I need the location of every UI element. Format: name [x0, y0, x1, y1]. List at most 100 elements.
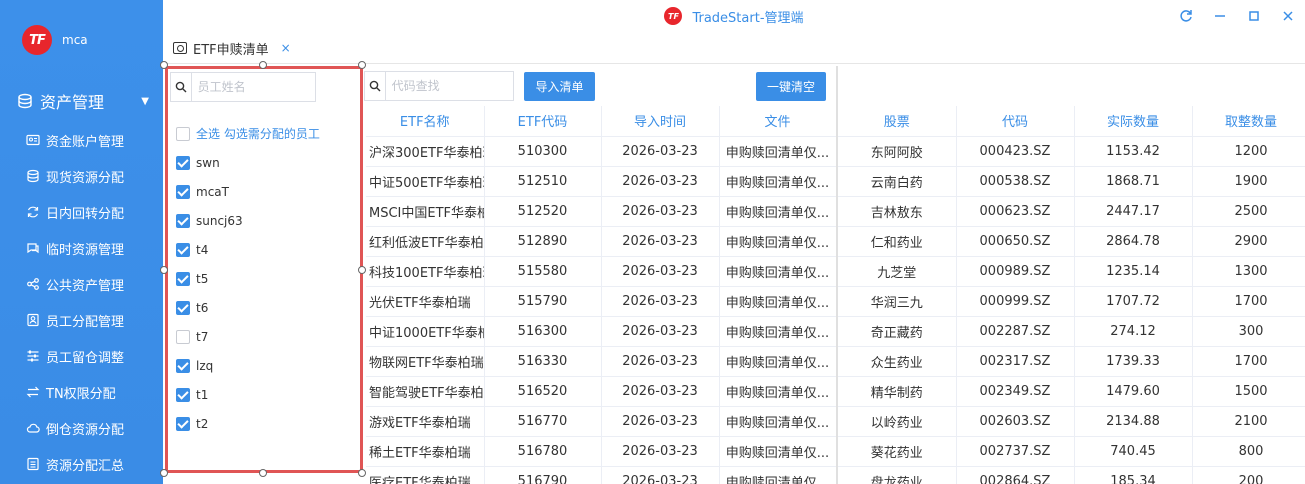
- table-row[interactable]: 沪深300ETF华泰柏瑞 510300 2026-03-23 申购赎回清单仅...: [366, 136, 837, 167]
- table-row[interactable]: 科技100ETF华泰柏瑞 515580 2026-03-23 申购赎回清单仅...: [366, 256, 837, 287]
- select-all-checkbox[interactable]: [176, 126, 190, 141]
- table-row[interactable]: 九芝堂 000989.SZ 1235.14 1300: [838, 256, 1305, 287]
- resize-handle[interactable]: [160, 61, 168, 69]
- column-header[interactable]: 实际数量: [1074, 106, 1193, 137]
- window-controls: [1169, 0, 1305, 32]
- sidebar-item[interactable]: 员工留仓调整: [0, 338, 163, 374]
- table-cell: 2026-03-23: [601, 316, 720, 347]
- table-row[interactable]: 物联网ETF华泰柏瑞 516330 2026-03-23 申购赎回清单仅...: [366, 346, 837, 377]
- employee-row[interactable]: t2: [176, 409, 320, 438]
- table-row[interactable]: 仁和药业 000650.SZ 2864.78 2900: [838, 226, 1305, 257]
- table-row[interactable]: 东阿阿胶 000423.SZ 1153.42 1200: [838, 136, 1305, 167]
- sidebar-item[interactable]: 公共资产管理: [0, 266, 163, 302]
- employee-name: t1: [196, 387, 209, 402]
- table-cell: 000423.SZ: [956, 136, 1075, 167]
- employee-checkbox[interactable]: [176, 242, 190, 257]
- table-cell: 游戏ETF华泰柏瑞: [366, 406, 485, 437]
- code-search-input[interactable]: [385, 73, 513, 99]
- minimize-icon[interactable]: [1203, 0, 1237, 32]
- sidebar-item[interactable]: 员工分配管理: [0, 302, 163, 338]
- table-row[interactable]: 葵花药业 002737.SZ 740.45 800: [838, 436, 1305, 467]
- window-title: TradeStart-管理端: [692, 10, 804, 26]
- employee-checkbox[interactable]: [176, 387, 190, 402]
- select-all-row[interactable]: 全选 勾选需分配的员工: [176, 119, 320, 148]
- resize-handle[interactable]: [160, 469, 168, 477]
- employee-checkbox[interactable]: [176, 300, 190, 315]
- menu-group-label: 资产管理: [40, 93, 105, 112]
- table-cell: 盘龙药业: [838, 466, 957, 484]
- table-cell: 2134.88: [1074, 406, 1193, 437]
- column-header[interactable]: 取整数量: [1192, 106, 1305, 137]
- employee-checkbox[interactable]: [176, 416, 190, 431]
- employee-checkbox[interactable]: [176, 329, 190, 344]
- employee-name: swn: [196, 155, 220, 170]
- table-cell: 医疗ETF华泰柏瑞: [366, 466, 485, 484]
- employee-row[interactable]: t5: [176, 264, 320, 293]
- table-cell: 以岭药业: [838, 406, 957, 437]
- import-list-button[interactable]: 导入清单: [524, 72, 595, 101]
- employee-search-input[interactable]: [191, 74, 315, 100]
- clear-all-button[interactable]: 一键清空: [756, 72, 826, 101]
- maximize-icon[interactable]: [1237, 0, 1271, 32]
- employee-checkbox[interactable]: [176, 358, 190, 373]
- table-row[interactable]: 华润三九 000999.SZ 1707.72 1700: [838, 286, 1305, 317]
- table-row[interactable]: 中证1000ETF华泰柏瑞5163002026-03-23申购赎回清单仅...: [366, 316, 837, 347]
- column-header[interactable]: 文件: [719, 106, 837, 137]
- close-icon[interactable]: [1271, 0, 1305, 32]
- sidebar-item[interactable]: 倒仓资源分配: [0, 410, 163, 446]
- employee-row[interactable]: t4: [176, 235, 320, 264]
- table-row[interactable]: 医疗ETF华泰柏瑞 516790 2026-03-23 申购赎回清单仅...: [366, 466, 837, 484]
- resize-handle[interactable]: [358, 469, 366, 477]
- sidebar-item[interactable]: 临时资源管理: [0, 230, 163, 266]
- etf-table: ETF名称 ETF代码 导入时间 文件 沪深300ETF华泰柏瑞 510300 2026-…: [366, 106, 837, 484]
- employee-checkbox[interactable]: [176, 213, 190, 228]
- table-row[interactable]: 智能驾驶ETF华泰柏瑞 516520 2026-03-23 申购赎回清单仅...: [366, 376, 837, 407]
- table-row[interactable]: 精华制药 002349.SZ 1479.60 1500: [838, 376, 1305, 407]
- employee-checkbox[interactable]: [176, 155, 190, 170]
- column-header[interactable]: 导入时间: [601, 106, 720, 137]
- employee-row[interactable]: suncj63: [176, 206, 320, 235]
- sidebar-item[interactable]: TN权限分配: [0, 374, 163, 410]
- table-row[interactable]: MSCI中国ETF华泰柏瑞5125202026-03-23申购赎回清单仅...: [366, 196, 837, 227]
- table-row[interactable]: 盘龙药业 002864.SZ 185.34 200: [838, 466, 1305, 484]
- table-row[interactable]: 云南白药 000538.SZ 1868.71 1900: [838, 166, 1305, 197]
- table-row[interactable]: 以岭药业 002603.SZ 2134.88 2100: [838, 406, 1305, 437]
- table-cell: 2026-03-23: [601, 466, 720, 484]
- column-header[interactable]: ETF名称: [366, 106, 485, 137]
- employee-row[interactable]: t6: [176, 293, 320, 322]
- tab-etf-list[interactable]: ETF申赎清单 ×: [163, 33, 291, 63]
- sidebar-item[interactable]: 资源分配汇总: [0, 446, 163, 482]
- table-row[interactable]: 游戏ETF华泰柏瑞 516770 2026-03-23 申购赎回清单仅...: [366, 406, 837, 437]
- employee-checkbox[interactable]: [176, 184, 190, 199]
- column-header[interactable]: 代码: [956, 106, 1075, 137]
- resize-handle[interactable]: [358, 61, 366, 69]
- employee-checkbox[interactable]: [176, 271, 190, 286]
- refresh-icon[interactable]: [1169, 0, 1203, 32]
- employee-row[interactable]: swn: [176, 148, 320, 177]
- table-row[interactable]: 红利低波ETF华泰柏瑞 512890 2026-03-23 申购赎回清单仅...: [366, 226, 837, 257]
- table-row[interactable]: 光伏ETF华泰柏瑞 515790 2026-03-23 申购赎回清单仅...: [366, 286, 837, 317]
- resize-handle[interactable]: [160, 266, 168, 274]
- column-header[interactable]: 股票: [838, 106, 957, 137]
- table-row[interactable]: 中证500ETF华泰柏瑞 512510 2026-03-23 申购赎回清单仅...: [366, 166, 837, 197]
- tab-close-icon[interactable]: ×: [281, 41, 291, 55]
- sidebar-item[interactable]: 现货资源分配: [0, 158, 163, 194]
- sidebar-item[interactable]: 资金账户管理: [0, 122, 163, 158]
- table-cell: 1500: [1192, 376, 1305, 407]
- table-row[interactable]: 众生药业 002317.SZ 1739.33 1700: [838, 346, 1305, 377]
- resize-handle[interactable]: [259, 61, 267, 69]
- sidebar-item[interactable]: 日内回转分配: [0, 194, 163, 230]
- employee-row[interactable]: t1: [176, 380, 320, 409]
- table-cell: 2500: [1192, 196, 1305, 227]
- employee-row[interactable]: t7: [176, 322, 320, 351]
- table-row[interactable]: 奇正藏药 002287.SZ 274.12 300: [838, 316, 1305, 347]
- menu-group-asset-management[interactable]: 资产管理 ▼: [0, 80, 163, 122]
- table-row[interactable]: 吉林敖东 000623.SZ 2447.17 2500: [838, 196, 1305, 227]
- column-header[interactable]: ETF代码: [484, 106, 602, 137]
- employee-row[interactable]: mcaT: [176, 177, 320, 206]
- resize-handle[interactable]: [358, 266, 366, 274]
- table-row[interactable]: 稀土ETF华泰柏瑞 516780 2026-03-23 申购赎回清单仅...: [366, 436, 837, 467]
- resize-handle[interactable]: [259, 469, 267, 477]
- table-cell: 002603.SZ: [956, 406, 1075, 437]
- employee-row[interactable]: lzq: [176, 351, 320, 380]
